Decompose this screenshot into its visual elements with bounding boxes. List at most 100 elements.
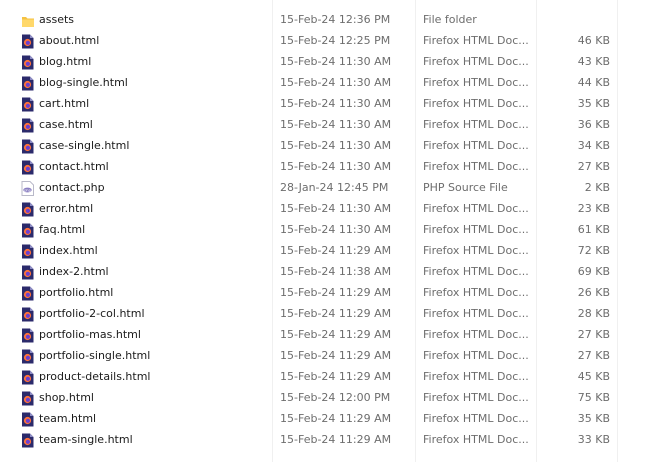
file-row[interactable]: team.html 15-Feb-24 11:29 AM Firefox HTML … <box>0 409 651 430</box>
file-type: Firefox HTML Doc... <box>423 223 529 236</box>
file-name: blog-single.html <box>39 76 128 89</box>
firefox-html-file-icon <box>21 76 34 91</box>
file-row[interactable]: index-2.html 15-Feb-24 11:38 AM Firefox HT… <box>0 262 651 283</box>
firefox-html-file-icon <box>21 433 34 448</box>
firefox-html-file-icon <box>21 391 34 406</box>
file-row[interactable]: shop.html 15-Feb-24 12:00 PM Firefox HTML … <box>0 388 651 409</box>
file-date-modified: 15-Feb-24 11:29 AM <box>280 328 392 341</box>
firefox-html-file-icon <box>21 139 34 154</box>
file-type: Firefox HTML Doc... <box>423 265 529 278</box>
firefox-html-file-icon <box>21 265 34 280</box>
file-row[interactable]: product-details.html 15-Feb-24 11:29 AM Fi… <box>0 367 651 388</box>
file-row[interactable]: case-single.html 15-Feb-24 11:30 AM Firefo… <box>0 136 651 157</box>
file-row[interactable]: faq.html 15-Feb-24 11:30 AM Firefox HTML D… <box>0 220 651 241</box>
file-row[interactable]: php contact.php 28-Jan-24 12:45 PM PHP Sour… <box>0 178 651 199</box>
file-date-modified: 15-Feb-24 12:25 PM <box>280 34 391 47</box>
file-type: Firefox HTML Doc... <box>423 97 529 110</box>
file-size: 28 KB <box>577 307 610 320</box>
file-name: portfolio.html <box>39 286 114 299</box>
firefox-html-file-icon <box>21 202 34 217</box>
file-name: contact.html <box>39 160 109 173</box>
file-type: Firefox HTML Doc... <box>423 34 529 47</box>
file-name: shop.html <box>39 391 94 404</box>
file-date-modified: 15-Feb-24 11:30 AM <box>280 76 392 89</box>
file-date-modified: 15-Feb-24 11:29 AM <box>280 244 392 257</box>
file-row[interactable]: portfolio-mas.html 15-Feb-24 11:29 AM Fire… <box>0 325 651 346</box>
file-type: Firefox HTML Doc... <box>423 412 529 425</box>
file-size: 2 KB <box>584 181 610 194</box>
file-name: team-single.html <box>39 433 133 446</box>
file-row[interactable]: blog-single.html 15-Feb-24 11:30 AM Firefo… <box>0 73 651 94</box>
file-name: faq.html <box>39 223 86 236</box>
file-row[interactable]: portfolio-single.html 15-Feb-24 11:29 AM F… <box>0 346 651 367</box>
file-size: 75 KB <box>577 391 610 404</box>
file-date-modified: 15-Feb-24 11:30 AM <box>280 97 392 110</box>
file-type: Firefox HTML Doc... <box>423 433 529 446</box>
file-row[interactable]: team-single.html 15-Feb-24 11:29 AM Firefo… <box>0 430 651 451</box>
file-size: 61 KB <box>577 223 610 236</box>
file-date-modified: 15-Feb-24 11:30 AM <box>280 118 392 131</box>
firefox-html-file-icon <box>21 349 34 364</box>
file-size: 43 KB <box>577 55 610 68</box>
file-name: case-single.html <box>39 139 130 152</box>
firefox-html-file-icon <box>21 244 34 259</box>
file-type: File folder <box>423 13 477 26</box>
firefox-html-file-icon <box>21 118 34 133</box>
file-size: 23 KB <box>577 202 610 215</box>
file-row[interactable]: cart.html 15-Feb-24 11:30 AM Firefox HTML … <box>0 94 651 115</box>
file-name: assets <box>39 13 75 26</box>
file-date-modified: 15-Feb-24 11:29 AM <box>280 349 392 362</box>
php-file-icon: php <box>21 181 34 196</box>
firefox-html-file-icon <box>21 370 34 385</box>
file-date-modified: 15-Feb-24 11:30 AM <box>280 202 392 215</box>
firefox-html-file-icon <box>21 328 34 343</box>
file-row[interactable]: index.html 15-Feb-24 11:29 AM Firefox HTML… <box>0 241 651 262</box>
file-name: team.html <box>39 412 97 425</box>
file-name: error.html <box>39 202 94 215</box>
file-date-modified: 15-Feb-24 11:29 AM <box>280 286 392 299</box>
file-type: Firefox HTML Doc... <box>423 160 529 173</box>
file-size: 46 KB <box>577 34 610 47</box>
file-size: 69 KB <box>577 265 610 278</box>
file-name: index-2.html <box>39 265 109 278</box>
file-date-modified: 15-Feb-24 11:38 AM <box>280 265 392 278</box>
file-row[interactable]: contact.html 15-Feb-24 11:30 AM Firefox HT… <box>0 157 651 178</box>
file-size: 45 KB <box>577 370 610 383</box>
file-date-modified: 15-Feb-24 11:30 AM <box>280 139 392 152</box>
file-row[interactable]: assets 15-Feb-24 12:36 PM File folder <box>0 10 651 31</box>
file-name: portfolio-2-col.html <box>39 307 145 320</box>
file-row[interactable]: blog.html 15-Feb-24 11:30 AM Firefox HTML … <box>0 52 651 73</box>
folder-icon <box>21 13 34 28</box>
svg-text:php: php <box>24 188 30 192</box>
file-name: case.html <box>39 118 93 131</box>
file-name: index.html <box>39 244 98 257</box>
file-date-modified: 15-Feb-24 12:36 PM <box>280 13 391 26</box>
file-name: portfolio-mas.html <box>39 328 141 341</box>
file-type: Firefox HTML Doc... <box>423 391 529 404</box>
file-date-modified: 28-Jan-24 12:45 PM <box>280 181 389 194</box>
file-date-modified: 15-Feb-24 11:29 AM <box>280 433 392 446</box>
file-type: Firefox HTML Doc... <box>423 328 529 341</box>
file-date-modified: 15-Feb-24 11:29 AM <box>280 307 392 320</box>
file-type: Firefox HTML Doc... <box>423 76 529 89</box>
file-name: cart.html <box>39 97 90 110</box>
firefox-html-file-icon <box>21 286 34 301</box>
firefox-html-file-icon <box>21 412 34 427</box>
file-size: 72 KB <box>577 244 610 257</box>
firefox-html-file-icon <box>21 160 34 175</box>
file-date-modified: 15-Feb-24 11:30 AM <box>280 160 392 173</box>
file-name: portfolio-single.html <box>39 349 151 362</box>
file-date-modified: 15-Feb-24 11:29 AM <box>280 412 392 425</box>
firefox-html-file-icon <box>21 55 34 70</box>
file-size: 33 KB <box>577 433 610 446</box>
firefox-html-file-icon <box>21 223 34 238</box>
file-size: 26 KB <box>577 286 610 299</box>
file-type: Firefox HTML Doc... <box>423 286 529 299</box>
file-row[interactable]: about.html 15-Feb-24 12:25 PM Firefox HTML… <box>0 31 651 52</box>
file-row[interactable]: portfolio-2-col.html 15-Feb-24 11:29 AM Fi… <box>0 304 651 325</box>
file-row[interactable]: case.html 15-Feb-24 11:30 AM Firefox HTML … <box>0 115 651 136</box>
file-date-modified: 15-Feb-24 11:30 AM <box>280 55 392 68</box>
file-row[interactable]: portfolio.html 15-Feb-24 11:29 AM Firefox … <box>0 283 651 304</box>
file-size: 35 KB <box>577 412 610 425</box>
file-row[interactable]: error.html 15-Feb-24 11:30 AM Firefox HTML… <box>0 199 651 220</box>
